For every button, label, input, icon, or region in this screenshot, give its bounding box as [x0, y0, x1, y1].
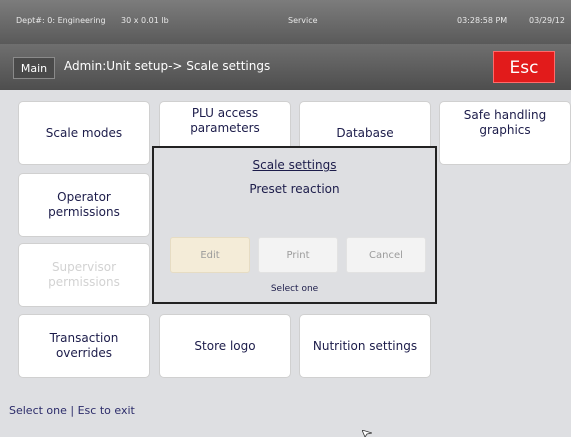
- nutrition-settings-tile[interactable]: Nutrition settings: [300, 315, 430, 377]
- database-label: Database: [336, 125, 394, 140]
- scale-modes-tile[interactable]: Scale modes: [19, 102, 149, 164]
- safe-handling-tile[interactable]: Safe handling graphics: [440, 102, 570, 164]
- supervisor-permissions-tile: Supervisor permissions: [19, 244, 149, 306]
- status-bar: Dept#: 0: Engineering 30 x 0.01 lb Servi…: [0, 0, 571, 44]
- title-bar: Main Admin:Unit setup-> Scale settings E…: [0, 44, 571, 90]
- status-department: Dept#: 0: Engineering: [16, 16, 106, 25]
- plu-access-label: PLU access parameters: [190, 106, 260, 135]
- dialog-footer: Select one: [270, 284, 319, 294]
- store-logo-tile[interactable]: Store logo: [160, 315, 290, 377]
- main-button[interactable]: Main: [13, 57, 55, 79]
- nutrition-settings-label: Nutrition settings: [312, 338, 418, 353]
- footer-hint: Select one | Esc to exit: [9, 404, 135, 417]
- dialog-title: Scale settings: [252, 158, 337, 172]
- print-button[interactable]: Print: [258, 237, 338, 273]
- scale-modes-label: Scale modes: [45, 125, 123, 140]
- operator-permissions-label: Operator permissions: [48, 190, 120, 219]
- status-date: 03/29/12: [529, 16, 565, 25]
- mouse-cursor-icon: [362, 430, 372, 437]
- store-logo-label: Store logo: [194, 338, 256, 353]
- breadcrumb: Admin:Unit setup-> Scale settings: [64, 59, 271, 73]
- safe-handling-label: Safe handling graphics: [463, 108, 547, 137]
- edit-button[interactable]: Edit: [170, 237, 250, 273]
- esc-button[interactable]: Esc: [493, 51, 555, 83]
- cancel-button[interactable]: Cancel: [346, 237, 426, 273]
- supervisor-permissions-label: Supervisor permissions: [48, 260, 120, 289]
- status-time: 03:28:58 PM: [457, 16, 508, 25]
- status-weight: 30 x 0.01 lb: [121, 16, 169, 25]
- status-mode: Service: [288, 16, 318, 25]
- settings-panel: Scale modes PLU access parameters Databa…: [0, 90, 571, 437]
- dialog-subtitle: Preset reaction: [249, 182, 340, 196]
- operator-permissions-tile[interactable]: Operator permissions: [19, 174, 149, 236]
- transaction-overrides-label: Transaction overrides: [49, 331, 119, 360]
- transaction-overrides-tile[interactable]: Transaction overrides: [19, 315, 149, 377]
- preset-reaction-dialog: Scale settings Preset reaction Edit Prin…: [152, 146, 437, 304]
